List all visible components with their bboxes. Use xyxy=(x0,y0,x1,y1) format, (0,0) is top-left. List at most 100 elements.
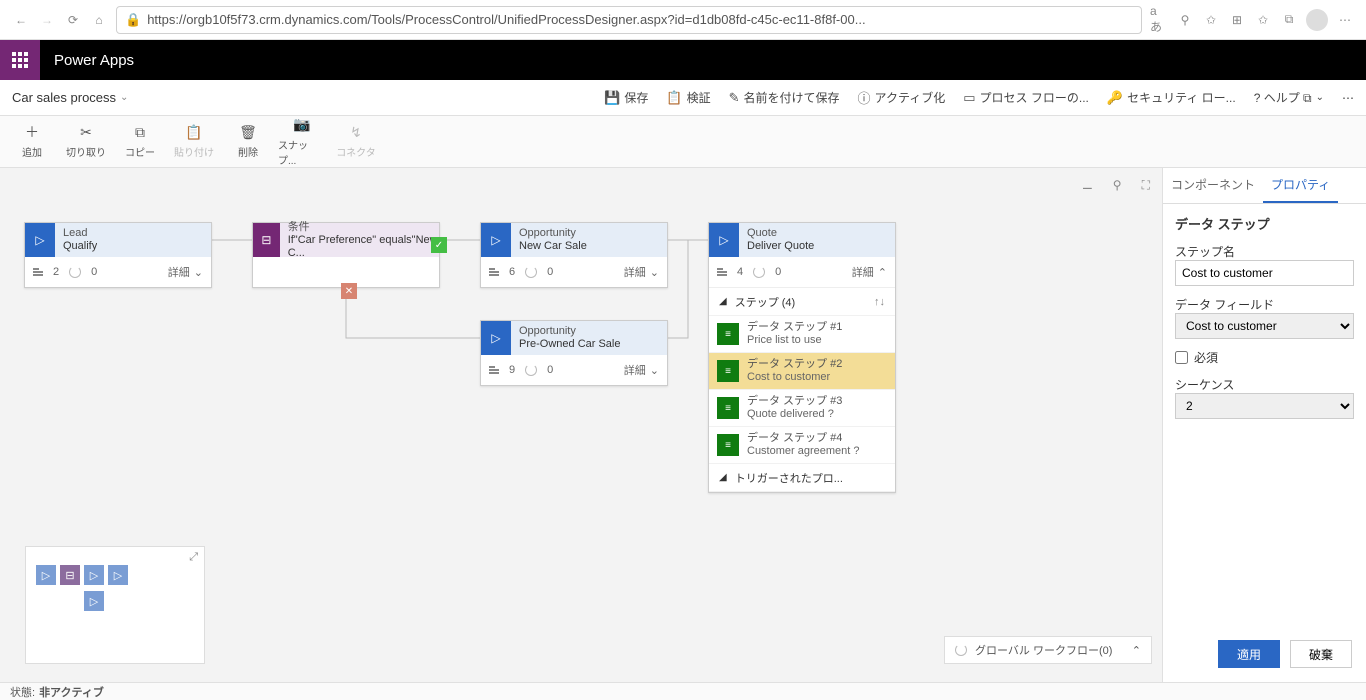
snapshot-button[interactable]: 📷スナップ... xyxy=(278,117,326,167)
spinner-icon xyxy=(69,266,81,278)
browser-bar: ← → ⟳ ⌂ 🔒 https://orgb10f5f73.crm.dynami… xyxy=(0,0,1366,40)
more-icon[interactable]: ⋯ xyxy=(1336,11,1354,29)
chevron-down-icon: ⌄ xyxy=(1316,92,1324,103)
stage-icon: ▷ xyxy=(709,223,739,257)
favorites-bar-icon[interactable]: ✩ xyxy=(1254,11,1272,29)
overflow-button[interactable]: ⋯ xyxy=(1342,91,1354,105)
forward-icon[interactable]: → xyxy=(38,11,56,29)
back-icon[interactable]: ← xyxy=(12,11,30,29)
save-button[interactable]: 💾保存 xyxy=(604,89,648,106)
url-box[interactable]: 🔒 https://orgb10f5f73.crm.dynamics.com/T… xyxy=(116,6,1142,34)
app-launcher-icon[interactable] xyxy=(0,40,40,80)
camera-icon: 📷 xyxy=(293,117,310,133)
step-icon: ≡ xyxy=(717,397,739,419)
mini-stage: ▷ xyxy=(36,565,56,585)
minimap[interactable]: ⤢ ▷ ⊟ ▷ ▷ ▷ xyxy=(25,546,205,664)
copy-icon: ⧉ xyxy=(135,124,145,140)
zoom-out-icon[interactable]: ⚊ xyxy=(1082,178,1093,193)
add-button[interactable]: ＋追加 xyxy=(8,124,56,159)
delete-button[interactable]: 🗑削除 xyxy=(224,124,272,159)
data-step-1[interactable]: ≡ データ ステップ #1Price list to use xyxy=(709,316,895,353)
spinner-icon xyxy=(525,266,537,278)
save-as-button[interactable]: ✎名前を付けて保存 xyxy=(729,89,840,106)
process-name-dropdown[interactable]: Car sales process ⌄ xyxy=(12,90,128,105)
spinner-icon xyxy=(753,266,765,278)
collections-icon[interactable]: ⧉ xyxy=(1280,11,1298,29)
favorite-icon[interactable]: ✩ xyxy=(1202,11,1220,29)
save-icon: 💾 xyxy=(604,90,620,106)
paste-icon: 📋 xyxy=(185,124,202,140)
yes-badge: ✓ xyxy=(431,237,447,253)
activate-button[interactable]: ⓘアクティブ化 xyxy=(858,88,946,107)
fit-icon[interactable]: ⛶ xyxy=(1142,178,1150,193)
paste-button[interactable]: 📋貼り付け xyxy=(170,124,218,159)
extensions-icon[interactable]: ⊞ xyxy=(1228,11,1246,29)
step-icon: ≡ xyxy=(717,360,739,382)
reorder-icon[interactable]: ↑↓ xyxy=(874,296,885,308)
save-as-icon: ✎ xyxy=(729,90,740,106)
tab-properties[interactable]: プロパティ xyxy=(1263,168,1338,203)
steps-header[interactable]: ◢ ステップ (4) ↑↓ xyxy=(709,288,895,316)
app-header: Power Apps xyxy=(0,40,1366,80)
connector-icon: ↯ xyxy=(350,124,362,140)
triggered-processes[interactable]: ◢ トリガーされたプロ... xyxy=(709,464,895,492)
detail-button[interactable]: 詳細 ⌄ xyxy=(168,264,203,280)
copy-button[interactable]: ⧉コピー xyxy=(116,124,164,159)
stage-icon: ▷ xyxy=(25,223,55,257)
app-name: Power Apps xyxy=(54,52,134,69)
zoom-out-browser-icon[interactable]: ⚲ xyxy=(1176,11,1194,29)
url-text: https://orgb10f5f73.crm.dynamics.com/Too… xyxy=(147,12,865,27)
expand-icon[interactable]: ⤢ xyxy=(189,551,198,564)
discard-button[interactable]: 破棄 xyxy=(1290,640,1352,668)
chevron-up-icon: ⌃ xyxy=(1132,644,1141,657)
refresh-icon[interactable]: ⟳ xyxy=(64,11,82,29)
required-checkbox[interactable] xyxy=(1175,351,1188,364)
workspace: ⚊ ⚲ ⛶ ▷ LeadQualify 2 0 詳細 ⌄ xyxy=(0,168,1366,682)
lock-icon: 🔒 xyxy=(125,12,141,28)
activate-icon: ⓘ xyxy=(858,88,871,107)
toolbar: ＋追加 ✂切り取り ⧉コピー 📋貼り付け 🗑削除 📷スナップ... ↯コネクタ xyxy=(0,116,1366,168)
steps-icon xyxy=(489,268,499,276)
translate-icon[interactable]: aあ xyxy=(1150,11,1168,29)
sequence-select[interactable]: 2 xyxy=(1175,393,1354,419)
stage-icon: ▷ xyxy=(481,321,511,355)
detail-button[interactable]: 詳細 ⌃ xyxy=(852,264,887,280)
tab-components[interactable]: コンポーネント xyxy=(1163,168,1263,203)
data-step-2[interactable]: ≡ データ ステップ #2Cost to customer xyxy=(709,353,895,390)
validate-icon: 📋 xyxy=(666,90,682,106)
stage-lead[interactable]: ▷ LeadQualify 2 0 詳細 ⌄ xyxy=(24,222,212,288)
stage-opportunity-new[interactable]: ▷ OpportunityNew Car Sale 6 0 詳細 ⌄ xyxy=(480,222,668,288)
data-step-3[interactable]: ≡ データ ステップ #3Quote delivered ? xyxy=(709,390,895,427)
condition-icon: ⊟ xyxy=(253,223,280,257)
order-flow-button[interactable]: ▭プロセス フローの... xyxy=(963,89,1089,106)
connector-button[interactable]: ↯コネクタ xyxy=(332,124,380,159)
properties-panel: コンポーネント プロパティ データ ステップ ステップ名 データ フィールド C… xyxy=(1162,168,1366,682)
mini-stage: ▷ xyxy=(84,565,104,585)
validate-button[interactable]: 📋検証 xyxy=(666,89,710,106)
stage-opportunity-used[interactable]: ▷ OpportunityPre-Owned Car Sale 9 0 詳細 ⌄ xyxy=(480,320,668,386)
stage-quote[interactable]: ▷ QuoteDeliver Quote 4 0 詳細 ⌃ ◢ ステップ (4)… xyxy=(708,222,896,493)
data-field-select[interactable]: Cost to customer xyxy=(1175,313,1354,339)
stage-condition[interactable]: ⊟ 条件If"Car Preference" equals"New C... ✓… xyxy=(252,222,440,288)
apply-button[interactable]: 適用 xyxy=(1218,640,1280,668)
cut-button[interactable]: ✂切り取り xyxy=(62,124,110,159)
zoom-in-icon[interactable]: ⚲ xyxy=(1113,178,1122,193)
security-button[interactable]: 🔑セキュリティ ロー... xyxy=(1107,89,1236,106)
detail-button[interactable]: 詳細 ⌄ xyxy=(624,264,659,280)
status-value: 非アクティブ xyxy=(39,684,104,700)
spinner-icon xyxy=(525,364,537,376)
profile-icon[interactable] xyxy=(1306,9,1328,31)
canvas[interactable]: ⚊ ⚲ ⛶ ▷ LeadQualify 2 0 詳細 ⌄ xyxy=(0,168,1162,682)
step-name-input[interactable] xyxy=(1175,260,1354,286)
detail-button[interactable]: 詳細 ⌄ xyxy=(624,362,659,378)
home-icon[interactable]: ⌂ xyxy=(90,11,108,29)
global-workflow[interactable]: グローバル ワークフロー(0) ⌃ xyxy=(944,636,1152,664)
steps-icon xyxy=(489,366,499,374)
data-step-4[interactable]: ≡ データ ステップ #4Customer agreement ? xyxy=(709,427,895,464)
status-bar: 状態: 非アクティブ xyxy=(0,682,1366,700)
mini-stage: ▷ xyxy=(84,591,104,611)
spinner-icon xyxy=(955,644,967,656)
required-label: 必須 xyxy=(1194,349,1218,366)
help-button[interactable]: ? ヘルプ ⧉⌄ xyxy=(1254,89,1324,106)
data-field-label: データ フィールド xyxy=(1175,298,1274,312)
